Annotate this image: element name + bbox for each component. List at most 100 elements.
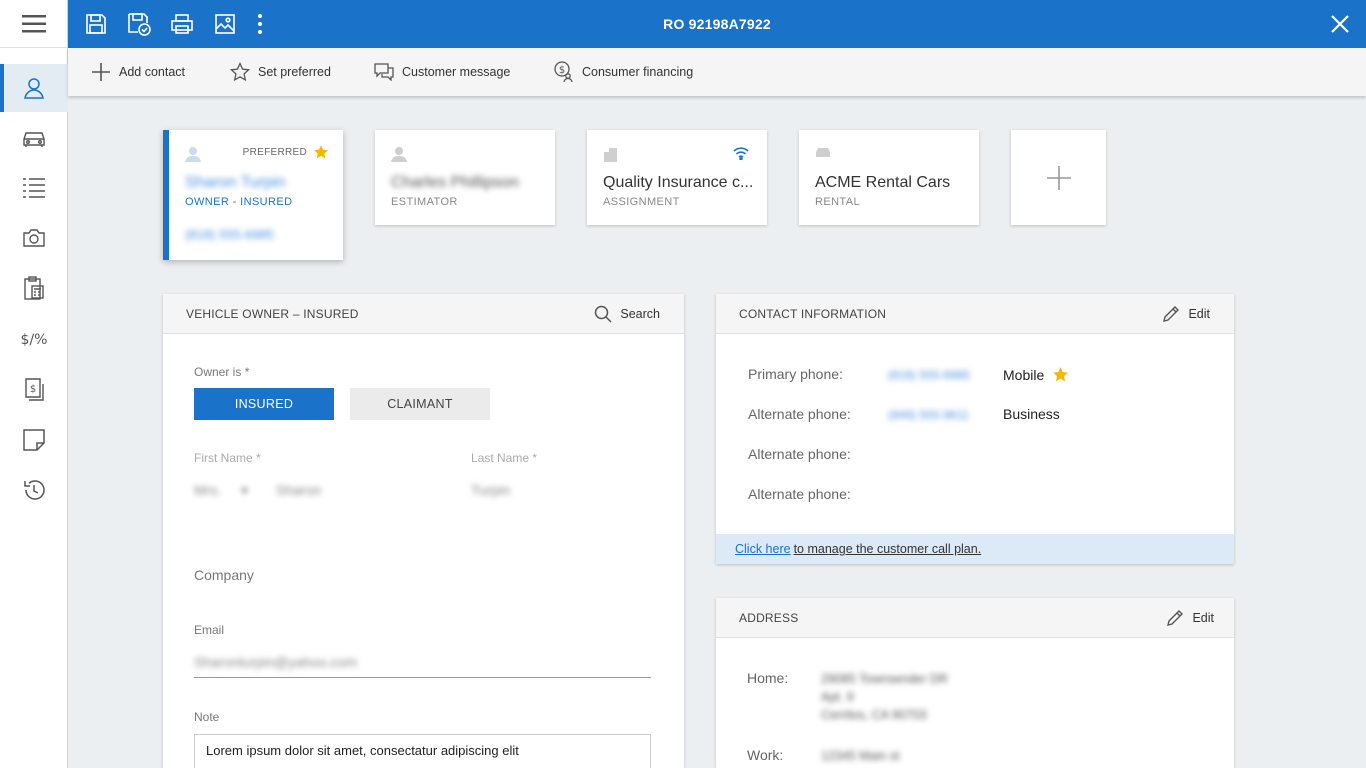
sidebar-item-invoice[interactable]: $ [0,366,68,414]
address-line: 12345 Main st [821,749,900,763]
note-textarea[interactable]: Lorem ipsum dolor sit amet, consectatur … [194,734,651,768]
edit-label: Edit [1192,610,1214,625]
person-icon [24,78,44,99]
chat-icon [374,63,394,81]
list-icon [23,178,45,198]
close-button[interactable] [1328,12,1352,36]
work-address: 12345 Main st [821,747,900,765]
company-field[interactable]: Company [194,567,254,583]
person-icon [391,147,407,162]
vehicle-owner-header: VEHICLE OWNER – INSURED Search [163,294,684,334]
star-outline-icon [230,62,250,82]
star-filled-icon [1053,367,1069,382]
address-header: ADDRESS Edit [716,598,1234,638]
contact-phone: (818) 555-6985 [185,227,274,242]
vehicle-owner-panel: VEHICLE OWNER – INSURED Search Owner is … [163,294,684,768]
page-title: RO 92198A7922 [663,16,771,32]
sidebar: $/% $ [0,0,68,768]
sidebar-item-photos[interactable] [0,214,68,262]
note-label: Note [194,710,220,724]
sidebar-item-vehicle[interactable] [0,114,68,162]
svg-text:$: $ [559,65,565,76]
contact-card-rental[interactable]: ACME Rental Cars RENTAL [799,130,979,225]
address-line: Apt. 9 [821,690,854,704]
sidebar-item-history[interactable] [0,466,68,514]
insured-button[interactable]: INSURED [194,388,334,420]
invoice-dollar-icon: $ [25,378,44,401]
panel-title: ADDRESS [739,610,799,625]
plus-icon [92,63,110,81]
contact-name: ACME Rental Cars [815,174,951,191]
edit-label: Edit [1188,306,1210,321]
search-label: Search [620,306,660,321]
contact-name: Quality Insurance c... [603,174,753,191]
call-plan-link[interactable]: Click here [735,542,791,556]
last-name-label: Last Name * [471,451,538,465]
action-bar: Add contact Set preferred Customer messa… [68,48,1366,96]
first-name-label: First Name * [194,451,261,465]
owner-is-label: Owner is * [194,365,250,379]
set-preferred-label: Set preferred [258,65,331,79]
car-icon [23,132,45,147]
email-underline [194,677,651,678]
menu-icon [21,14,46,32]
contact-role: ESTIMATOR [391,196,458,208]
contact-role: ASSIGNMENT [603,196,680,208]
svg-text:$: $ [30,384,36,395]
sidebar-item-list[interactable] [0,164,68,212]
sidebar-item-notes[interactable] [0,416,68,464]
salutation-dropdown-icon[interactable]: ▾ [241,482,248,499]
contact-role: RENTAL [815,196,860,208]
primary-phone-number[interactable]: (818) 555-6985 [888,368,970,382]
consumer-financing-button[interactable]: $ Consumer financing [554,48,693,96]
last-name-field[interactable]: Turpin [471,482,510,498]
alternate-phone-label: Alternate phone: [748,486,851,502]
sidebar-item-rates[interactable]: $/% [0,316,68,364]
address-line: 29085 Townsender DR [821,672,948,686]
first-name-field[interactable]: Sharon [276,482,321,498]
call-plan-text: to manage the customer call plan. [793,542,982,556]
contact-name: Charles Phillipson [391,174,520,191]
wifi-icon [733,147,749,160]
work-address-label: Work: [747,747,784,763]
edit-address-button[interactable]: Edit [1166,609,1214,627]
customer-message-label: Customer message [402,65,511,79]
close-icon [1331,15,1349,33]
contact-card-estimator[interactable]: Charles Phillipson ESTIMATOR [375,130,555,225]
add-contact-card[interactable] [1011,130,1106,225]
set-preferred-button[interactable]: Set preferred [230,48,331,96]
note-icon [23,429,45,451]
search-button[interactable]: Search [594,305,660,323]
contact-card-owner[interactable]: PREFERRED Sharon Turpin OWNER - INSURED … [163,130,343,260]
panel-title: CONTACT INFORMATION [739,306,887,321]
address-panel: ADDRESS Edit Home: 29085 Townsender DR A… [716,598,1234,768]
contact-card-insurance[interactable]: Quality Insurance c... ASSIGNMENT [587,130,767,225]
claimant-button[interactable]: CLAIMANT [350,388,490,420]
preferred-label: PREFERRED [242,146,307,158]
alternate-phone-type: Business [1003,406,1060,422]
email-field[interactable]: Sharonturpin@yahoo.com [194,654,357,670]
alternate-phone-number[interactable]: (949) 555-9611 [888,408,969,422]
sidebar-item-contacts[interactable] [0,64,68,112]
contact-role: OWNER - INSURED [185,196,293,208]
hamburger-menu-button[interactable] [0,0,67,48]
primary-phone-type: Mobile [1003,366,1069,383]
phone-type-label: Mobile [1003,366,1045,383]
building-icon [604,148,617,162]
person-icon [185,147,201,162]
top-bar: RO 92198A7922 [68,0,1366,48]
edit-contact-button[interactable]: Edit [1162,305,1210,323]
alternate-phone-label: Alternate phone: [748,406,851,422]
financing-icon: $ [554,61,573,83]
salutation-field[interactable]: Mrs. [194,482,221,498]
home-address-label: Home: [747,670,789,686]
customer-message-button[interactable]: Customer message [374,48,510,96]
home-address: 29085 Townsender DR Apt. 9 Cerritos, CA … [821,670,948,724]
add-contact-label: Add contact [119,65,186,79]
history-icon [24,480,45,500]
clipboard-calc-icon [24,276,44,300]
primary-phone-label: Primary phone: [748,366,843,382]
add-contact-button[interactable]: Add contact [91,48,185,96]
contact-information-panel: CONTACT INFORMATION Edit Primary phone: … [716,294,1234,564]
sidebar-item-estimate[interactable] [0,264,68,312]
